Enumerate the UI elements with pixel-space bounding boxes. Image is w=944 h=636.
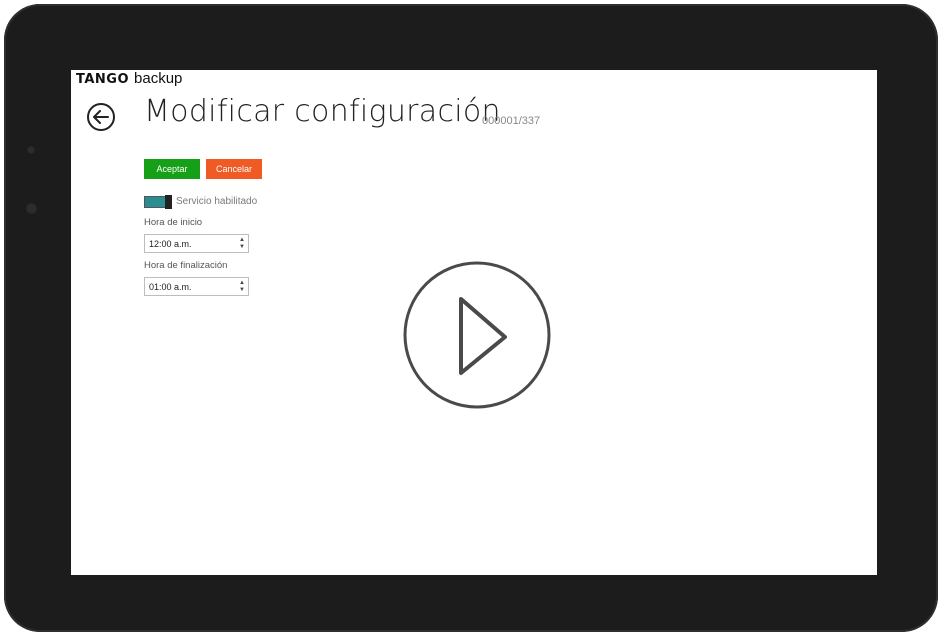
spin-down-icon[interactable]: ▼ — [239, 244, 245, 250]
sensor-dot — [25, 202, 38, 215]
screen: TANGO backup Modificar configuración 000… — [71, 70, 877, 575]
camera-dot — [26, 145, 36, 155]
tablet-frame: TANGO backup Modificar configuración 000… — [4, 4, 938, 632]
tango-logo: TANGO — [76, 72, 130, 87]
product-name: backup — [134, 70, 183, 87]
start-time-value: 12:00 a.m. — [149, 239, 192, 249]
toggle-thumb — [165, 195, 172, 209]
start-time-label: Hora de inicio — [144, 217, 203, 228]
service-toggle-label: Servicio habilitado — [176, 196, 258, 207]
end-time-field[interactable]: 01:00 a.m. ▲ ▼ — [144, 277, 249, 296]
spin-up-icon[interactable]: ▲ — [239, 237, 245, 243]
spin-down-icon[interactable]: ▼ — [239, 287, 245, 293]
end-time-value: 01:00 a.m. — [149, 282, 192, 292]
end-time-label: Hora de finalización — [144, 260, 228, 271]
accept-button[interactable]: Aceptar — [144, 159, 200, 179]
brand: TANGO backup — [76, 70, 182, 87]
back-button[interactable] — [87, 103, 115, 131]
page-title: Modificar configuración — [144, 94, 501, 129]
spin-up-icon[interactable]: ▲ — [239, 280, 245, 286]
service-toggle[interactable] — [144, 195, 172, 209]
play-icon[interactable] — [403, 261, 551, 409]
back-arrow-icon — [93, 110, 109, 124]
start-time-field[interactable]: 12:00 a.m. ▲ ▼ — [144, 234, 249, 253]
record-counter: 000001/337 — [482, 115, 541, 127]
cancel-button[interactable]: Cancelar — [206, 159, 262, 179]
